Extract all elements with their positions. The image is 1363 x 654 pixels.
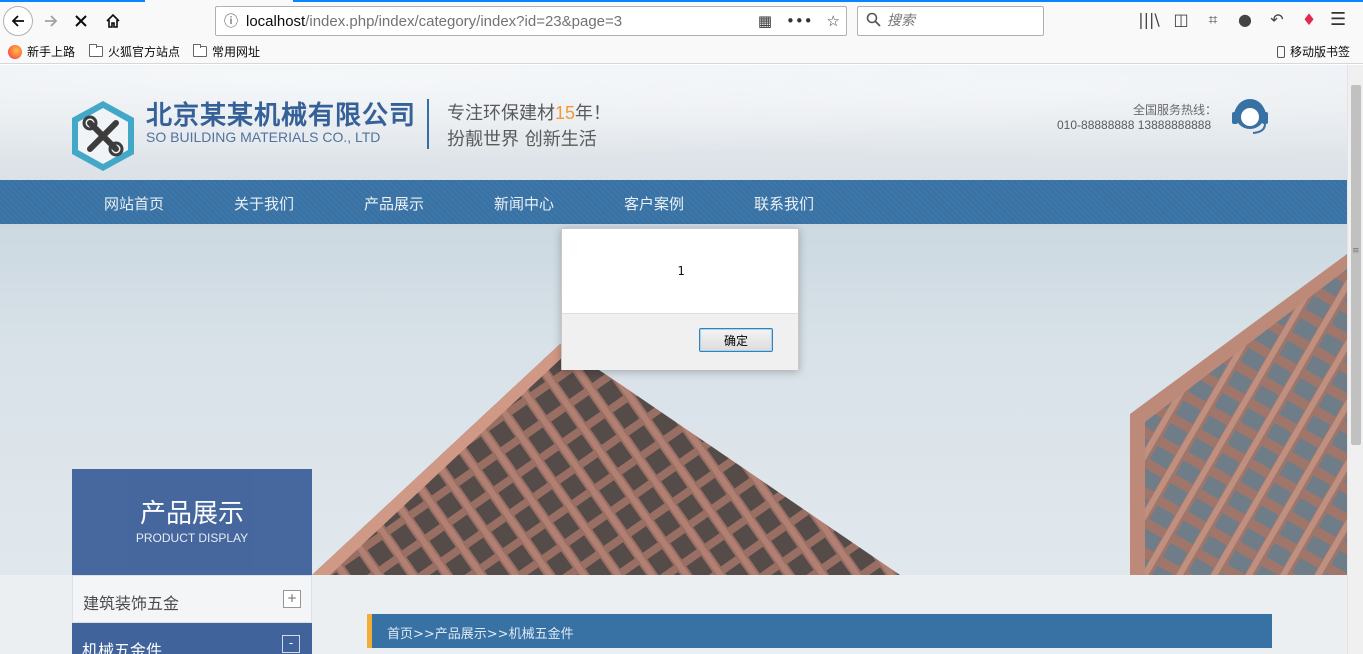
bookmark-label: 常用网址	[212, 45, 261, 59]
folder-icon	[193, 44, 207, 57]
bookmark-label: 新手上路	[27, 45, 76, 59]
alert-dialog: 1 确定	[561, 228, 799, 370]
undo-icon[interactable]: ↶	[1261, 10, 1293, 30]
ok-button[interactable]: 确定	[699, 328, 773, 352]
scroll-grip-icon: ≡	[1352, 246, 1360, 256]
back-button[interactable]	[3, 6, 33, 36]
close-icon	[75, 15, 87, 27]
search-bar[interactable]	[857, 6, 1044, 36]
bookmark-folder-official[interactable]: 火狐官方站点	[89, 43, 180, 60]
library-icon[interactable]: |||\	[1133, 10, 1165, 30]
alert-message: 1	[677, 264, 685, 278]
page-scrollbar[interactable]: ≡	[1347, 65, 1363, 654]
bookmark-mobile[interactable]: 移动版书签	[1277, 43, 1350, 60]
sidebar-icon[interactable]: ◫	[1165, 10, 1197, 30]
url-bar[interactable]: ⓘ localhost/index.php/index/category/ind…	[215, 6, 847, 36]
tab-strip	[0, 0, 1363, 2]
bookmark-label: 移动版书签	[1290, 45, 1351, 59]
home-button[interactable]	[98, 6, 128, 36]
bookmark-firefox-start[interactable]: 新手上路	[8, 43, 75, 60]
back-arrow-icon	[11, 15, 24, 27]
qr-code-icon[interactable]: ▦	[758, 12, 772, 30]
chat-icon[interactable]: ●	[1229, 10, 1261, 30]
url-path: /index.php/index/category/index?id=23&pa…	[305, 12, 623, 30]
bookmarks-toolbar: 新手上路 火狐官方站点 常用网址 移动版书签	[0, 40, 1363, 62]
search-input[interactable]	[887, 13, 1027, 29]
alert-footer: 确定	[562, 313, 798, 370]
bookmark-star-icon[interactable]: ☆	[827, 12, 840, 30]
scrollbar-thumb[interactable]	[1351, 85, 1361, 445]
stop-button[interactable]	[66, 6, 96, 36]
folder-icon	[89, 44, 103, 57]
home-icon	[106, 13, 120, 28]
crop-icon[interactable]: ⌗	[1197, 10, 1229, 30]
site-info-icon[interactable]: ⓘ	[216, 11, 246, 31]
location-pin-icon[interactable]: ♦	[1293, 10, 1325, 30]
hamburger-menu-icon[interactable]: ☰	[1330, 9, 1346, 30]
forward-button[interactable]	[36, 6, 66, 36]
firefox-icon	[8, 44, 22, 59]
bookmark-label: 火狐官方站点	[108, 45, 181, 59]
bookmark-folder-common[interactable]: 常用网址	[193, 43, 260, 60]
browser-toolbar: ⓘ localhost/index.php/index/category/ind…	[0, 0, 1363, 64]
url-text[interactable]: localhost/index.php/index/category/index…	[246, 13, 758, 30]
mobile-phone-icon	[1277, 45, 1285, 58]
page-actions-icon[interactable]: •••	[786, 12, 813, 30]
url-host: localhost	[246, 12, 306, 30]
forward-arrow-icon	[45, 15, 58, 27]
search-icon	[866, 12, 881, 31]
